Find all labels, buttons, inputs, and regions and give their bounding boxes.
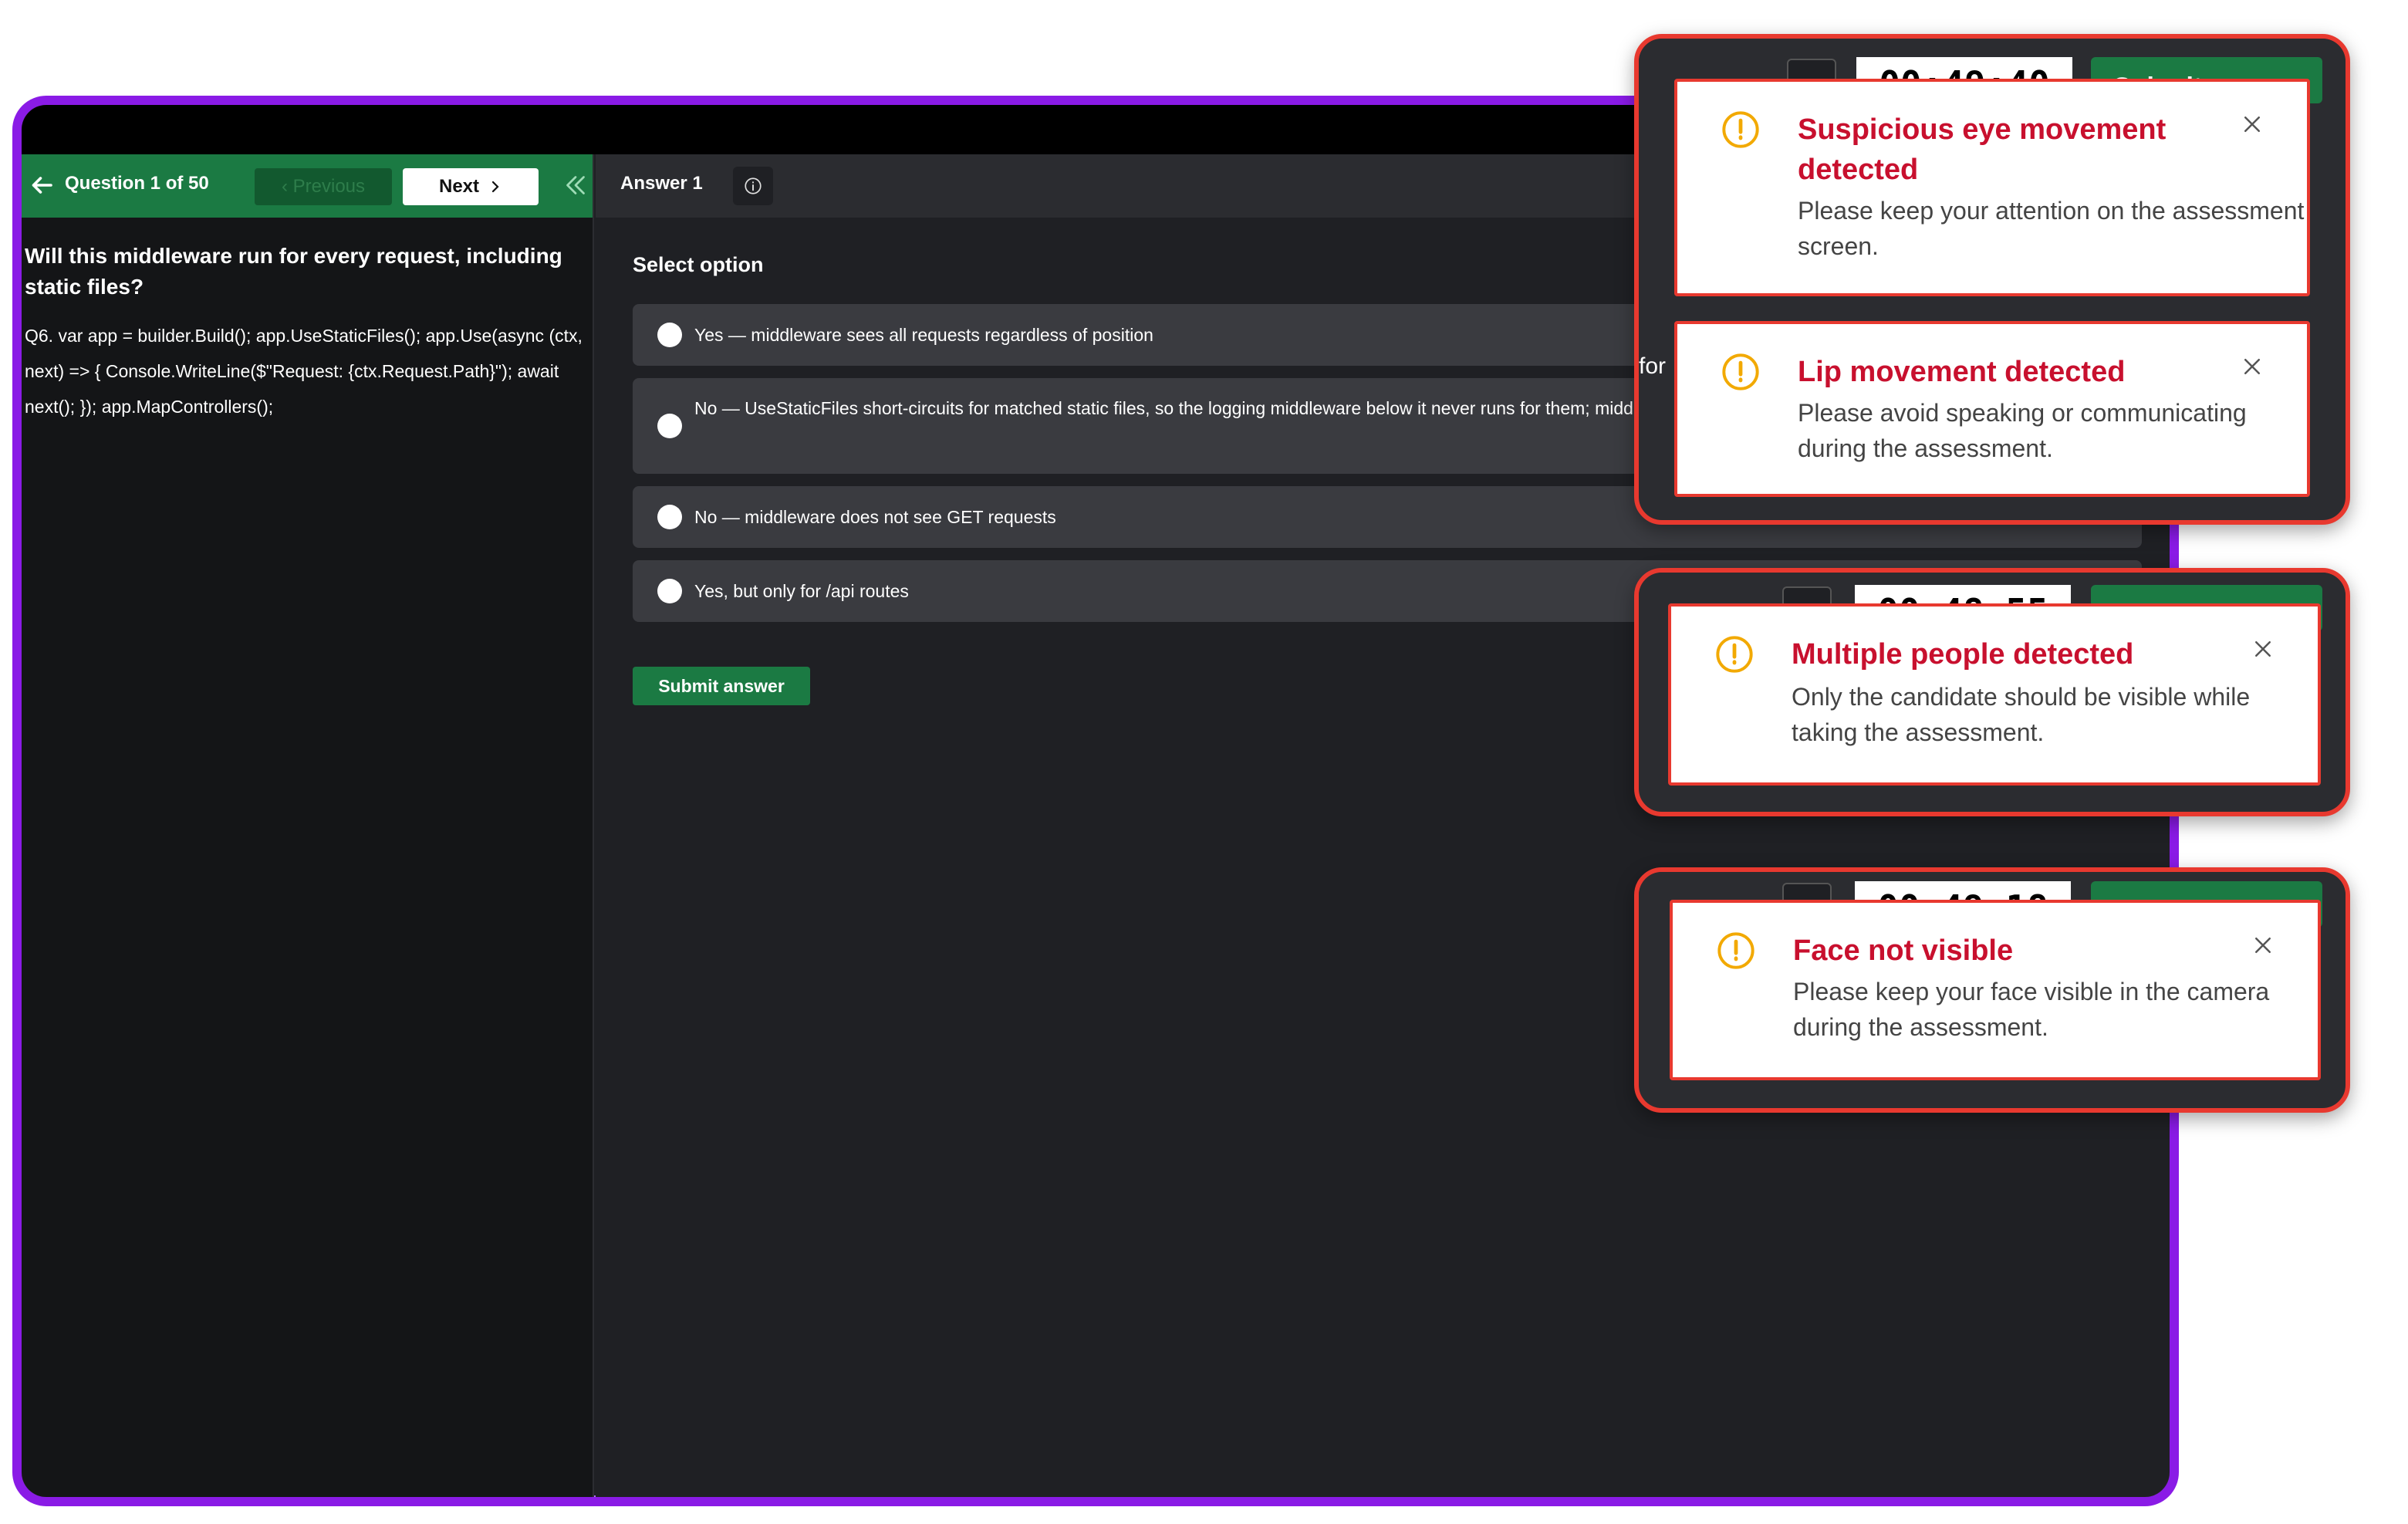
close-icon[interactable] bbox=[2251, 934, 2275, 957]
alert-message: Please keep your attention on the assess… bbox=[1798, 197, 2305, 260]
back-arrow-icon[interactable] bbox=[28, 171, 56, 199]
select-option-label: Select option bbox=[633, 253, 764, 276]
alert-title: Lip movement detected bbox=[1798, 356, 2126, 388]
proctor-alert-group: 00:49:18 Submit answer Face not visible … bbox=[1634, 867, 2350, 1113]
radio-button[interactable] bbox=[657, 323, 682, 347]
warning-icon bbox=[1716, 931, 1756, 971]
proctor-alert-group: 00:49:40 Submit answer Suspicious eye mo… bbox=[1634, 34, 2350, 525]
next-button[interactable]: Next bbox=[403, 168, 539, 205]
question-code: Q6. var app = builder.Build(); app.UseSt… bbox=[25, 326, 583, 417]
alert-toast: Face not visible Please keep your face v… bbox=[1670, 900, 2321, 1080]
alert-toast: Multiple people detected Only the candid… bbox=[1668, 603, 2321, 786]
question-title: Will this middleware run for every reque… bbox=[25, 244, 562, 299]
radio-button[interactable] bbox=[657, 579, 682, 603]
alert-message: Only the candidate should be visible whi… bbox=[1792, 683, 2251, 746]
chevron-right-icon bbox=[491, 181, 499, 193]
alert-message: Please avoid speaking or communicating d… bbox=[1798, 399, 2247, 462]
warning-icon bbox=[1721, 110, 1761, 150]
chevron-left-icon: ‹ bbox=[281, 176, 293, 197]
submit-answer-button[interactable]: Submit answer bbox=[633, 667, 810, 705]
alert-title: Face not visible bbox=[1793, 934, 2014, 967]
alert-title: Multiple people detected bbox=[1792, 638, 2134, 671]
question-counter: Question 1 of 50 bbox=[65, 173, 209, 194]
warning-icon bbox=[1721, 352, 1761, 392]
radio-button[interactable] bbox=[657, 505, 682, 529]
collapse-panel-icon[interactable] bbox=[562, 171, 589, 199]
question-panel: Question 1 of 50 ‹ Previous Next Will th… bbox=[22, 154, 594, 1497]
close-icon[interactable] bbox=[2251, 637, 2275, 661]
question-nav-bar: Question 1 of 50 ‹ Previous Next bbox=[22, 154, 593, 218]
radio-button[interactable] bbox=[657, 414, 682, 438]
alert-toast: Suspicious eye movement detected Please … bbox=[1674, 79, 2310, 296]
alert-message: Please keep your face visible in the cam… bbox=[1793, 978, 2270, 1041]
tab-answer-1[interactable]: Answer 1 bbox=[620, 173, 703, 194]
alert-toast: Lip movement detected Please avoid speak… bbox=[1674, 321, 2310, 497]
warning-icon bbox=[1714, 634, 1754, 674]
occluded-text: for bbox=[1639, 353, 1667, 379]
close-icon[interactable] bbox=[2241, 355, 2264, 378]
info-icon[interactable] bbox=[733, 167, 773, 205]
previous-button[interactable]: ‹ Previous bbox=[255, 168, 392, 205]
alert-title: Suspicious eye movement detected bbox=[1798, 113, 2167, 186]
close-icon[interactable] bbox=[2241, 113, 2264, 136]
proctor-alert-group: 00:48:55 Submit answer Multiple people d… bbox=[1634, 568, 2350, 816]
